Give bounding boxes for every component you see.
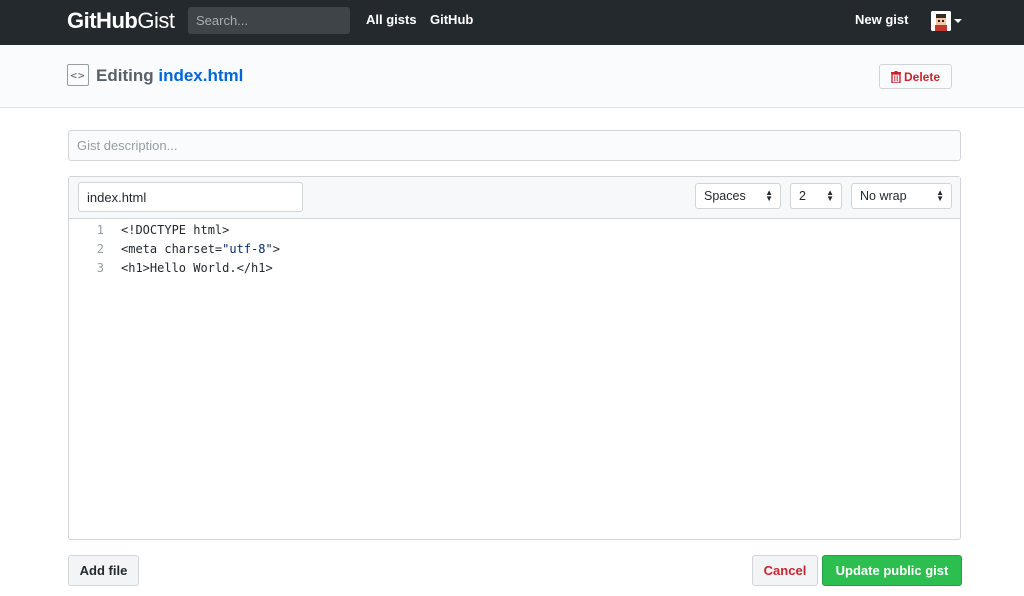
code-string: "utf-8" bbox=[222, 242, 273, 256]
indent-size-select[interactable]: 2 ▲ ▼ bbox=[790, 183, 842, 209]
indent-size-value: 2 bbox=[799, 189, 806, 203]
update-public-gist-button[interactable]: Update public gist bbox=[822, 555, 962, 586]
page-title: Editing index.html bbox=[96, 66, 243, 86]
code-line: 1 <!DOCTYPE html> bbox=[69, 221, 960, 240]
line-number: 1 bbox=[96, 223, 104, 237]
user-menu-caret-icon[interactable] bbox=[954, 19, 962, 23]
cancel-button[interactable]: Cancel bbox=[752, 555, 818, 586]
code-file-icon: <> bbox=[67, 64, 89, 86]
code-line: 3 <h1>Hello World.</h1> bbox=[69, 259, 960, 278]
nav-all-gists-link[interactable]: All gists bbox=[366, 12, 417, 28]
top-navbar: GitHubGist All gists GitHub New gist bbox=[0, 0, 1024, 45]
code-tag-open: <meta charset= bbox=[121, 242, 223, 256]
line-text: <meta charset="utf-8"> bbox=[121, 240, 280, 259]
line-text: <!DOCTYPE html> bbox=[121, 223, 230, 237]
trash-icon bbox=[890, 70, 901, 83]
nav-github-link[interactable]: GitHub bbox=[430, 12, 473, 28]
code-tag-close: > bbox=[272, 242, 280, 256]
delete-button[interactable]: Delete bbox=[879, 64, 952, 89]
code-area[interactable]: 1 <!DOCTYPE html> 2 <meta charset="utf-8… bbox=[69, 221, 960, 278]
file-editor: Spaces ▲▼ 2 ▲▼ No wrap ▲▼ 1 <!DOCTYPE ht… bbox=[68, 176, 961, 540]
logo-gist-text: Gist bbox=[137, 8, 175, 33]
select-arrows-icon: ▲ ▼ bbox=[826, 188, 834, 203]
code-line: 2 <meta charset="utf-8"> bbox=[69, 240, 960, 259]
editor-header: Spaces ▲▼ 2 ▲▼ No wrap ▲▼ bbox=[69, 177, 960, 219]
indent-mode-select[interactable]: Spaces ▲ ▼ bbox=[695, 183, 781, 209]
add-file-button[interactable]: Add file bbox=[68, 555, 139, 586]
new-gist-link[interactable]: New gist bbox=[855, 12, 908, 28]
wrap-mode-select[interactable]: No wrap ▲ ▼ bbox=[851, 183, 952, 209]
title-filename: index.html bbox=[158, 66, 244, 85]
search-input[interactable] bbox=[188, 7, 350, 34]
gist-description-input[interactable] bbox=[68, 130, 961, 161]
github-gist-logo[interactable]: GitHubGist bbox=[67, 7, 175, 35]
line-number: 2 bbox=[96, 242, 104, 256]
logo-github-text: GitHub bbox=[67, 8, 138, 33]
wrap-mode-value: No wrap bbox=[860, 189, 907, 203]
user-avatar[interactable] bbox=[931, 11, 951, 31]
select-arrows-icon: ▲ ▼ bbox=[936, 188, 944, 203]
filename-input[interactable] bbox=[78, 182, 303, 212]
editing-label: Editing bbox=[96, 66, 154, 85]
indent-mode-value: Spaces bbox=[704, 189, 746, 203]
select-arrows-icon: ▲ ▼ bbox=[765, 188, 773, 203]
delete-label: Delete bbox=[903, 69, 941, 84]
line-number: 3 bbox=[96, 261, 104, 275]
line-text: <h1>Hello World.</h1> bbox=[121, 261, 273, 275]
